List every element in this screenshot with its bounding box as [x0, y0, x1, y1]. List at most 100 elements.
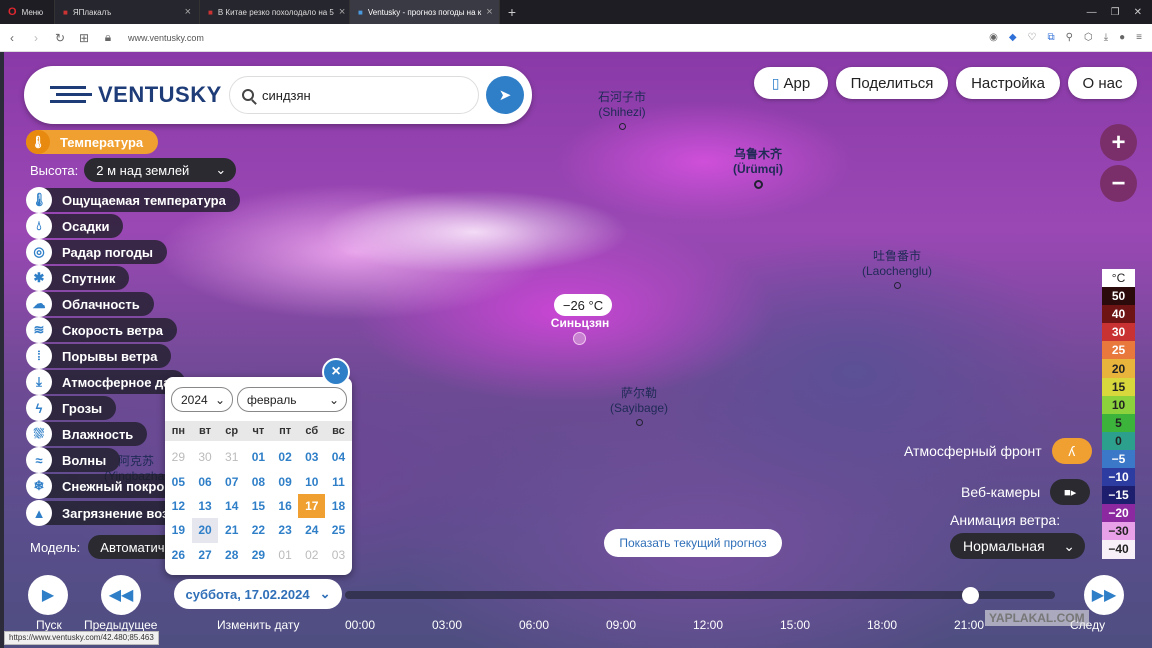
close-tab-icon[interactable]: ×	[339, 6, 345, 18]
calendar-day[interactable]: 16	[272, 494, 299, 518]
share-button[interactable]: Поделиться	[836, 67, 948, 99]
download-icon[interactable]: ⤓	[1104, 32, 1108, 43]
close-tab-icon[interactable]: ×	[185, 6, 191, 18]
play-button[interactable]: ▶	[28, 575, 68, 615]
calendar-day[interactable]: 22	[245, 518, 272, 542]
app-button[interactable]: ▯ App	[754, 67, 828, 99]
back-icon[interactable]: ‹	[0, 31, 24, 45]
calendar-day[interactable]: 08	[245, 469, 272, 493]
layer-item[interactable]: ϟ Грозы	[26, 395, 117, 421]
month-select[interactable]: февраль ⌄	[237, 387, 347, 412]
calendar-day[interactable]: 10	[298, 469, 325, 493]
tabs-grid-icon[interactable]: ⊞	[72, 31, 96, 45]
layer-item[interactable]: ☁︎ Облачность	[26, 291, 154, 317]
wind-animation-select[interactable]: Нормальная ⌄	[950, 533, 1085, 559]
calendar-day[interactable]: 05	[165, 469, 192, 493]
shield-icon[interactable]: ◆	[1009, 32, 1017, 43]
layer-item[interactable]: ◎ Радар погоды	[26, 239, 167, 265]
calendar-day[interactable]: 02	[272, 445, 299, 469]
browser-tab-2[interactable]: ■ В Китае резко похолодало на 5 ×	[200, 0, 350, 24]
browser-tab-1[interactable]: ■ ЯПлакалъ ×	[55, 0, 200, 24]
zoom-out-button[interactable]: −	[1100, 165, 1137, 202]
calendar-day-selected[interactable]: 17	[298, 493, 326, 519]
close-calendar-button[interactable]: ×	[322, 358, 350, 386]
date-select-button[interactable]: суббота, 17.02.2024 ⌄	[174, 579, 342, 609]
front-toggle-button[interactable]: ʎ	[1051, 438, 1092, 464]
calendar-day[interactable]: 19	[165, 518, 192, 542]
layer-item[interactable]: ≈ Волны	[26, 447, 121, 473]
calendar-day[interactable]: 15	[245, 494, 272, 518]
search-input[interactable]: синдзян	[229, 76, 479, 114]
calendar-day[interactable]: 14	[218, 494, 245, 518]
settings-icon[interactable]: ≡	[1136, 32, 1142, 43]
layer-item[interactable]: ⛆ Влажность	[26, 421, 148, 447]
browser-menu-button[interactable]: O Меню	[0, 0, 55, 24]
layer-item[interactable]: 🌡︎ Ощущаемая температура	[26, 187, 240, 213]
logo-text: VENTUSKY	[98, 82, 222, 107]
layer-item[interactable]: ≋ Скорость ветра	[26, 317, 177, 343]
temperature-popup: −26 °C	[554, 294, 612, 316]
calendar-day[interactable]: 27	[192, 543, 219, 567]
close-window-icon[interactable]: ✕	[1134, 7, 1142, 18]
layer-item[interactable]: ⤓ Атмосферное да	[26, 369, 185, 395]
settings-button[interactable]: Настройка	[956, 67, 1060, 99]
wind-icon: ≋	[26, 317, 52, 343]
calendar-day[interactable]: 25	[325, 518, 352, 542]
previous-button[interactable]: ◀◀	[101, 575, 141, 615]
locate-me-button[interactable]: ➤	[486, 76, 524, 114]
layer-item[interactable]: ▲ Загрязнение воз	[26, 500, 183, 526]
url-field[interactable]: www.ventusky.com	[128, 33, 204, 43]
new-tab-button[interactable]: +	[500, 4, 524, 20]
calendar-day[interactable]: 07	[218, 469, 245, 493]
calendar-day[interactable]: 18	[325, 494, 352, 518]
browser-tab-3-active[interactable]: ■ Ventusky - прогноз погоды на к ×	[350, 0, 500, 24]
calendar-day[interactable]: 06	[192, 469, 219, 493]
minimize-icon[interactable]: —	[1087, 7, 1097, 18]
calendar-day[interactable]: 03	[298, 445, 325, 469]
layer-item[interactable]: ❄︎ Снежный покров	[26, 473, 187, 499]
calendar-day[interactable]: 29	[245, 543, 272, 567]
calendar-day[interactable]: 26	[165, 543, 192, 567]
layer-item[interactable]: ⦙ Порывы ветра	[26, 343, 172, 369]
height-select[interactable]: 2 м над землей ⌄	[84, 158, 237, 182]
map-city-urumqi[interactable]: 乌鲁木齐 (Ürümqi)	[733, 147, 783, 189]
calendar-day[interactable]: 01	[245, 445, 272, 469]
layer-temperature-active[interactable]: 🌡︎ Температура	[26, 130, 158, 154]
map-city-sayibage[interactable]: 萨尔勒 (Sayibage)	[610, 386, 668, 426]
calendar-day[interactable]: 11	[325, 469, 352, 493]
timeline-handle[interactable]	[961, 587, 979, 604]
next-button[interactable]: ▶▶	[1084, 575, 1124, 615]
heart-icon[interactable]: ♡	[1028, 32, 1037, 43]
timeline-tick-label: 06:00	[518, 618, 550, 632]
profile-icon[interactable]: ●	[1119, 32, 1125, 43]
calendar-day[interactable]: 13	[192, 494, 219, 518]
layer-item[interactable]: 💧︎ Осадки	[26, 213, 124, 239]
calendar-day[interactable]: 23	[272, 518, 299, 542]
maximize-icon[interactable]: ❐	[1111, 7, 1120, 18]
location-marker-icon[interactable]	[573, 332, 586, 345]
extension-icon[interactable]: ⚲	[1066, 32, 1073, 43]
forward-icon[interactable]: ›	[24, 31, 48, 45]
zoom-in-button[interactable]: +	[1100, 124, 1137, 161]
ventusky-logo[interactable]: VENTUSKY	[50, 82, 222, 108]
calendar-day[interactable]: 24	[298, 518, 325, 542]
calendar-day[interactable]: 20	[191, 518, 219, 543]
timeline-track[interactable]	[345, 591, 1055, 599]
close-tab-icon[interactable]: ×	[486, 6, 492, 18]
show-current-forecast-button[interactable]: Показать текущий прогноз	[604, 529, 782, 557]
calendar-day[interactable]: 09	[272, 469, 299, 493]
calendar-day[interactable]: 28	[218, 543, 245, 567]
calendar-day[interactable]: 04	[325, 445, 352, 469]
calendar-day[interactable]: 12	[165, 494, 192, 518]
map-city-laochenglu[interactable]: 吐鲁番市 (Laochenglu)	[862, 249, 932, 289]
webcam-toggle-button[interactable]: ■▸	[1050, 479, 1091, 505]
calendar-day[interactable]: 21	[218, 518, 245, 542]
map-city-shihezi[interactable]: 石河子市 (Shihezi)	[598, 90, 646, 130]
translate-icon[interactable]: ⧉	[1047, 32, 1054, 43]
year-select[interactable]: 2024 ⌄	[171, 387, 233, 412]
reload-icon[interactable]: ↻	[48, 31, 72, 45]
camera-icon[interactable]: ◉	[989, 32, 998, 43]
about-button[interactable]: О нас	[1068, 67, 1137, 99]
layer-item[interactable]: ✱ Спутник	[26, 265, 130, 291]
cube-icon[interactable]: ⬡	[1084, 32, 1093, 43]
